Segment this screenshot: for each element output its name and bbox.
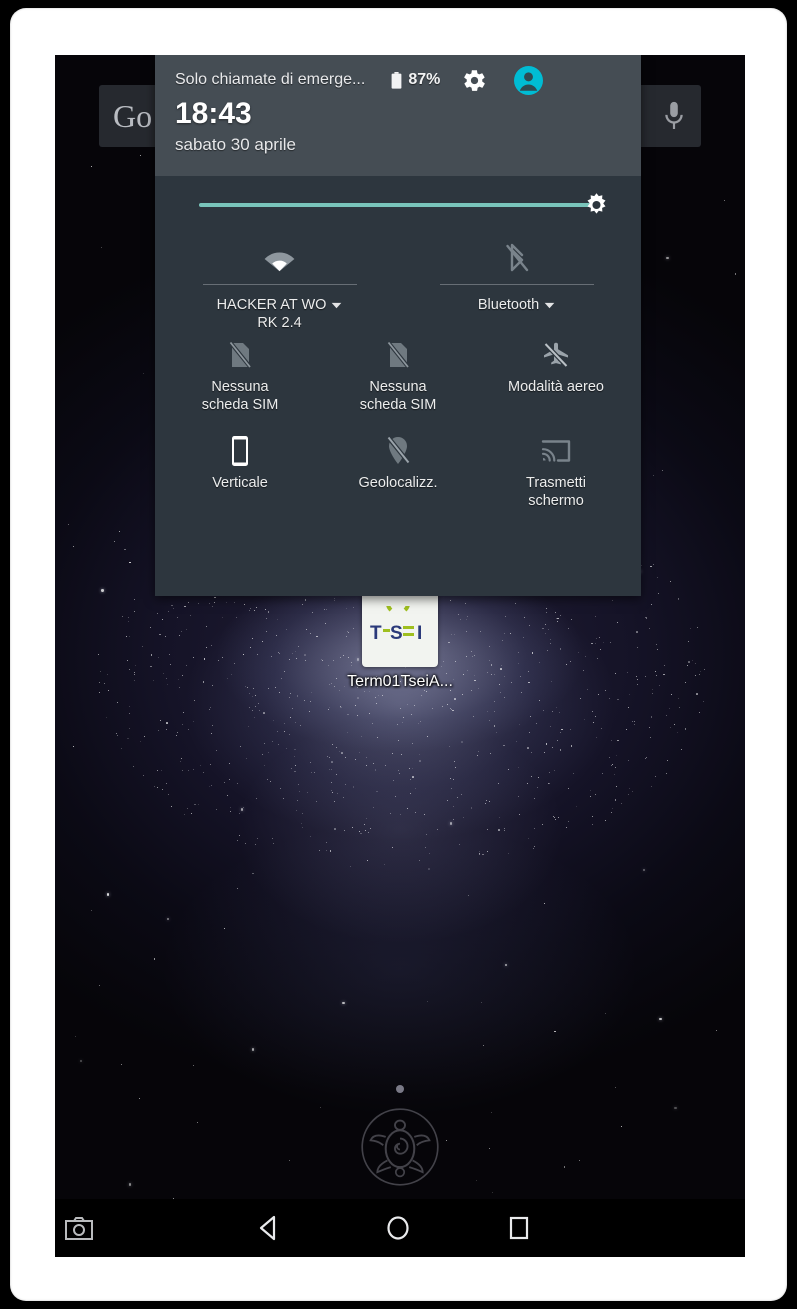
wifi-ssid-text: HACKER AT WO — [216, 297, 327, 313]
location-off-icon — [379, 432, 417, 470]
qs-tile-airplane[interactable]: Modalità aereo — [477, 332, 635, 414]
tsei-logo-icon: T S I — [370, 606, 422, 644]
qs-tile-sim2-sublabel: scheda SIM — [359, 397, 437, 413]
quick-settings-header: Solo chiamate di emerge... 87% 18:43 sab… — [155, 55, 641, 176]
gear-icon[interactable] — [462, 68, 487, 93]
device-frame: Go T S I Term01TseiA... Solo chiamate di… — [0, 0, 797, 1309]
wifi-icon — [261, 240, 299, 278]
app-shortcut-label: Term01TseiA... — [347, 673, 453, 690]
app-shortcut-term01tseia[interactable]: T S I Term01TseiA... — [320, 591, 480, 691]
qs-row-3: Verticale Geolocalizz. Trasmetti schermo — [161, 428, 635, 510]
qs-tile-location[interactable]: Geolocalizz. — [319, 428, 477, 510]
qs-tile-rotation[interactable]: Verticale — [161, 428, 319, 510]
qs-row-2: Nessuna scheda SIM Nessuna scheda SIM Mo… — [161, 332, 635, 414]
bluetooth-label-text: Bluetooth — [477, 297, 540, 313]
tile-divider — [202, 284, 357, 285]
clock-date: sabato 30 aprile — [175, 135, 296, 154]
user-avatar-icon[interactable] — [514, 65, 544, 95]
battery-status: 87% — [391, 71, 440, 89]
microphone-icon[interactable] — [661, 99, 687, 133]
camera-screenshot-icon[interactable] — [65, 1217, 93, 1240]
brightness-slider[interactable] — [155, 176, 641, 234]
battery-icon — [391, 71, 402, 89]
qs-tile-bluetooth[interactable]: Bluetooth — [398, 236, 635, 332]
wallpaper-glow — [235, 715, 565, 945]
qs-tile-sim1-sublabel: scheda SIM — [201, 397, 279, 413]
tile-divider — [439, 284, 594, 285]
google-logo: Go — [113, 97, 153, 134]
cast-screen-icon — [537, 432, 575, 470]
home-circle-icon[interactable] — [385, 1215, 411, 1241]
qs-tile-cast-label: Trasmetti — [526, 475, 586, 491]
qs-row-connectivity: HACKER AT WO RK 2.4 Bluetooth — [155, 234, 641, 332]
quick-settings-panel: Solo chiamate di emerge... 87% 18:43 sab… — [155, 55, 641, 596]
clock-time: 18:43 — [175, 97, 252, 130]
chevron-down-icon[interactable] — [331, 302, 342, 309]
tablet-screen: Go T S I Term01TseiA... Solo chiamate di… — [55, 55, 745, 1257]
qs-tile-bluetooth-label: Bluetooth — [478, 296, 555, 314]
qs-tile-wifi-label: HACKER AT WO — [217, 296, 343, 314]
qs-tile-grid: Nessuna scheda SIM Nessuna scheda SIM Mo… — [155, 332, 641, 510]
turtle-emblem-icon — [361, 1108, 439, 1186]
back-triangle-icon[interactable] — [256, 1215, 282, 1241]
qs-tile-sim2-label: Nessuna — [369, 379, 427, 395]
svg-text:I: I — [417, 623, 422, 644]
qs-tile-wifi[interactable]: HACKER AT WO RK 2.4 — [161, 236, 398, 332]
svg-text:T: T — [370, 623, 382, 644]
qs-tile-cast[interactable]: Trasmetti schermo — [477, 428, 635, 510]
sim-card-off-icon — [221, 336, 259, 374]
carrier-status-text: Solo chiamate di emerge... — [175, 71, 366, 88]
battery-percent-label: 87% — [408, 71, 441, 88]
sim-card-off-icon — [379, 336, 417, 374]
airplane-off-icon — [537, 336, 575, 374]
status-line: Solo chiamate di emerge... 87% — [175, 65, 621, 95]
qs-tile-cast-sublabel: schermo — [528, 493, 584, 509]
recents-square-icon[interactable] — [507, 1216, 531, 1240]
navigation-bar — [55, 1199, 745, 1257]
qs-tile-sim1-label: Nessuna — [211, 379, 269, 395]
brightness-track[interactable] — [199, 193, 606, 214]
phone-portrait-icon — [221, 432, 259, 470]
svg-text:S: S — [390, 623, 403, 644]
qs-tile-wifi-sublabel: RK 2.4 — [257, 315, 302, 331]
qs-tile-sim1[interactable]: Nessuna scheda SIM — [161, 332, 319, 414]
qs-tile-location-label: Geolocalizz. — [358, 475, 438, 491]
brightness-sun-icon[interactable] — [583, 192, 610, 219]
qs-tile-airplane-label: Modalità aereo — [508, 379, 604, 395]
chevron-down-icon[interactable] — [544, 302, 555, 309]
wallpaper-dot — [396, 1085, 404, 1093]
bluetooth-off-icon — [498, 240, 536, 278]
app-icon-tsei[interactable]: T S I — [362, 591, 438, 667]
qs-tile-rotation-label: Verticale — [212, 475, 268, 491]
qs-tile-sim2[interactable]: Nessuna scheda SIM — [319, 332, 477, 414]
